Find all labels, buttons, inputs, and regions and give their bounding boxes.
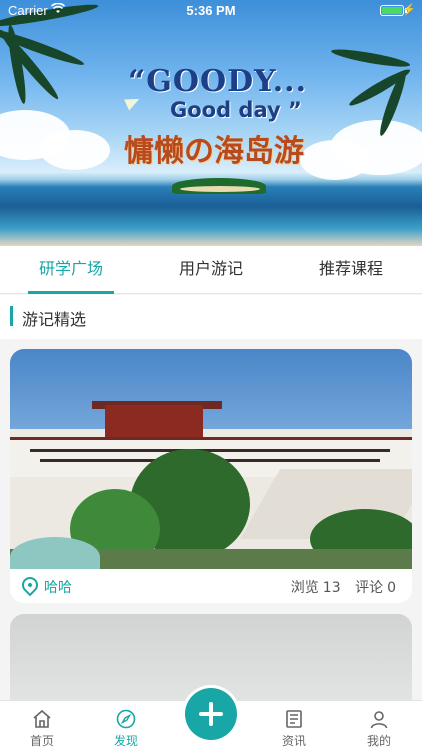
section-header: 游记精选 (0, 295, 422, 339)
tabbar-item-home[interactable]: 首页 (12, 701, 72, 750)
banner-title-line2: Good day ” (170, 98, 302, 122)
active-tab-indicator (28, 291, 114, 294)
views-label: 浏览 (290, 580, 319, 596)
banner-title-line1: “GOODY... (128, 64, 308, 99)
tabbar-item-discover[interactable]: 发现 (96, 701, 156, 750)
author-name[interactable]: 哈哈 (44, 577, 72, 597)
travelogue-photo[interactable] (10, 349, 412, 569)
banner[interactable]: “GOODY... Good day ” 慵懒の海岛游 (0, 0, 422, 246)
status-bar: Carrier 5:36 PM ⚡ (0, 0, 422, 22)
tabbar-label: 我的 (366, 734, 391, 748)
clock: 5:36 PM (186, 3, 236, 18)
section-title: 游记精选 (22, 310, 87, 329)
tab-user-travelogues[interactable]: 用户游记 (140, 246, 282, 294)
section-accent-bar (10, 306, 13, 326)
umbrella-shape (10, 537, 100, 569)
add-post-button[interactable] (185, 688, 237, 740)
comments-count: 0 (387, 580, 396, 596)
banner-title-line3: 慵懒の海岛游 (124, 134, 304, 169)
charging-icon: ⚡ (402, 4, 416, 16)
views-count: 13 (322, 580, 341, 596)
tabbar-item-news[interactable]: 资讯 (264, 701, 324, 750)
tabbar-item-profile[interactable]: 我的 (349, 701, 409, 750)
user-icon (370, 711, 388, 729)
battery-icon (380, 5, 404, 16)
location-pin-icon (18, 573, 42, 597)
tabbar-label: 资讯 (281, 734, 306, 748)
card-meta: 哈哈 浏览 13 评论 0 (10, 569, 412, 603)
comments-label: 评论 (355, 580, 384, 596)
compass-icon (116, 709, 136, 729)
card-stats: 浏览 13 评论 0 (281, 577, 396, 597)
home-icon (33, 709, 51, 728)
tab-research-square[interactable]: 研学广场 (0, 246, 142, 294)
news-icon (286, 710, 302, 728)
tabbar-label: 首页 (29, 734, 54, 748)
island-beach (180, 186, 260, 192)
cloud-shape (40, 130, 110, 170)
cloud-shape (300, 140, 370, 180)
category-tabs: 研学广场 用户游记 推荐课程 (0, 246, 422, 294)
travelogue-card[interactable]: 哈哈 浏览 13 评论 0 (10, 349, 412, 603)
tabbar-label: 发现 (113, 734, 138, 748)
tab-recommended-courses[interactable]: 推荐课程 (280, 246, 422, 294)
